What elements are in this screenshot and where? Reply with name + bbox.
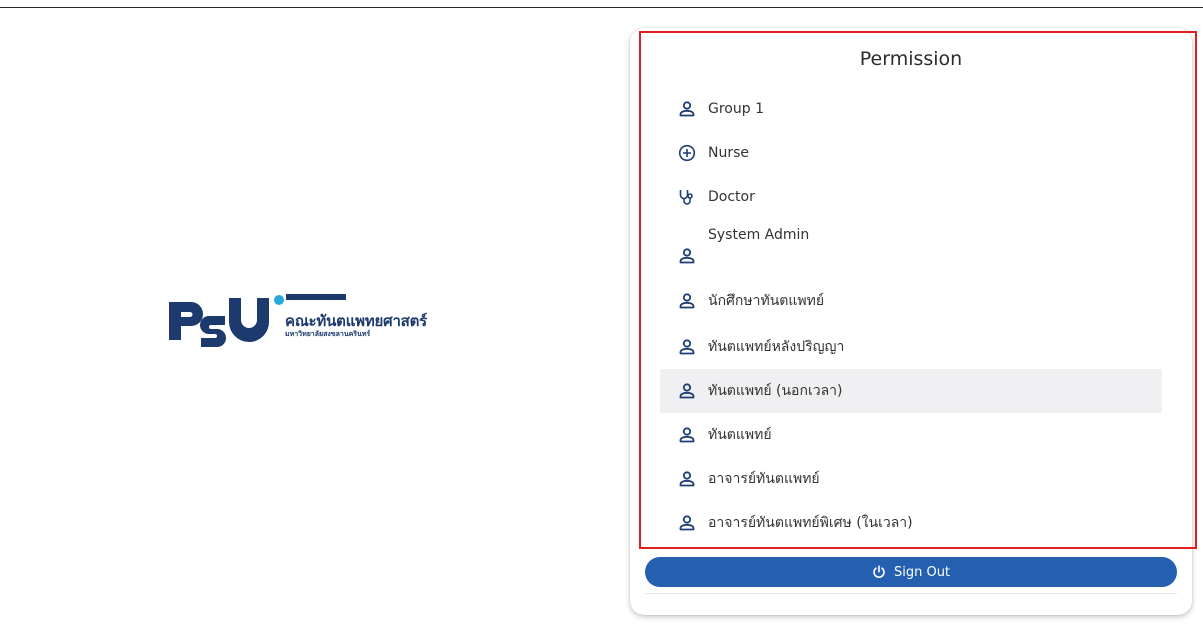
person-icon <box>676 512 698 534</box>
permission-item-dentist[interactable]: ทันตแพทย์ <box>660 413 1162 457</box>
permission-item-dental-instructor[interactable]: อาจารย์ทันตแพทย์ <box>660 457 1162 501</box>
sign-out-label: Sign Out <box>893 564 951 580</box>
permission-label: นักศึกษาทันตแพทย์ <box>708 293 825 309</box>
permission-label: ทันตแพทย์ <box>708 427 772 443</box>
permission-item-dental-student[interactable]: นักศึกษาทันตแพทย์ <box>660 279 1162 323</box>
stethoscope-icon <box>676 186 698 208</box>
permission-label: Doctor <box>708 189 755 205</box>
top-divider <box>0 0 1203 8</box>
permission-label: ทันตแพทย์หลังปริญญา <box>708 339 845 355</box>
logo-university-name: มหาวิทยาลัยสงขลานครินทร์ <box>285 330 371 338</box>
permission-item-doctor[interactable]: Doctor <box>660 175 1162 219</box>
permission-item-postgraduate-dentist[interactable]: ทันตแพทย์หลังปริญญา <box>660 325 1162 369</box>
psu-logo-mark <box>169 295 284 347</box>
permission-label: อาจารย์ทันตแพทย์พิเศษ (ในเวลา) <box>708 515 913 531</box>
permission-label: Nurse <box>708 145 750 161</box>
person-icon <box>676 380 698 402</box>
panel-footer-divider <box>645 593 1177 594</box>
permission-label: อาจารย์ทันตแพทย์ <box>708 471 820 487</box>
permission-label: System Admin <box>708 227 810 243</box>
panel-title: Permission <box>859 48 963 70</box>
faculty-logo: คณะทันตแพทยศาสตร์ มหาวิทยาลัยสงขลานครินท… <box>167 292 457 356</box>
person-icon <box>676 336 698 358</box>
person-icon <box>676 468 698 490</box>
person-icon <box>676 290 698 312</box>
power-icon <box>872 565 886 579</box>
person-icon <box>676 245 698 267</box>
permission-item-special-instructor[interactable]: อาจารย์ทันตแพทย์พิเศษ (ในเวลา) <box>660 501 1162 545</box>
permission-item-system-admin[interactable]: System Admin <box>660 225 1162 275</box>
plus-circle-icon <box>676 142 698 164</box>
permission-label: ทันตแพทย์ (นอกเวลา) <box>708 383 843 399</box>
sign-out-button[interactable]: Sign Out <box>645 557 1177 587</box>
permission-item-nurse[interactable]: Nurse <box>660 131 1162 175</box>
person-icon <box>676 424 698 446</box>
permission-panel: Permission Group 1 Nurse Doctor System A… <box>630 28 1192 615</box>
person-icon <box>676 98 698 120</box>
permission-item-group-1[interactable]: Group 1 <box>660 87 1162 131</box>
permission-label: Group 1 <box>708 101 764 117</box>
permission-item-dentist-after-hours[interactable]: ทันตแพทย์ (นอกเวลา) <box>660 369 1162 413</box>
logo-bar <box>286 294 346 300</box>
